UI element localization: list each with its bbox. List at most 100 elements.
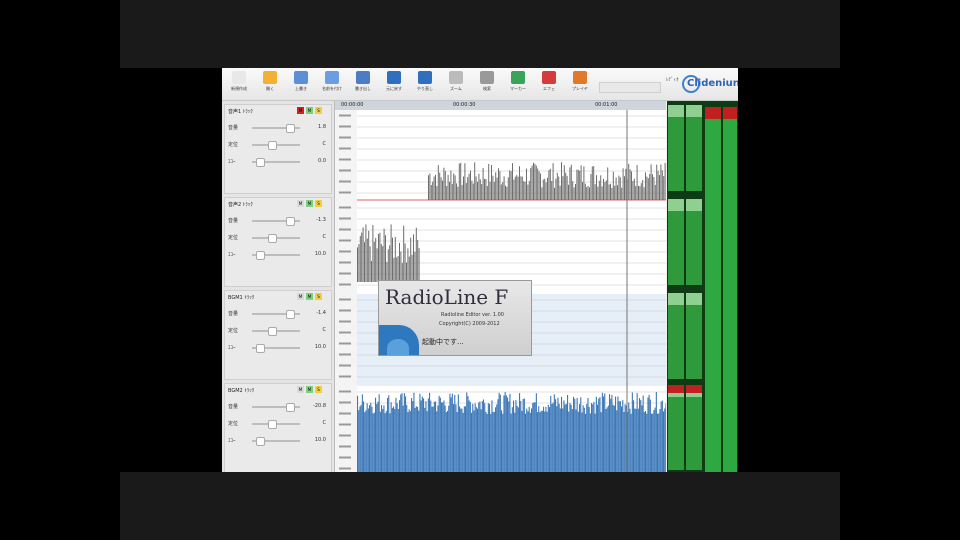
waveform-bar [394,236,396,282]
waveform-bar [615,177,617,200]
echo-slider-knob[interactable] [256,344,265,353]
waveform-bar [468,173,470,200]
waveform-bar [534,402,536,472]
monitor-button[interactable]: M [306,200,313,207]
volume-slider-knob[interactable] [286,403,295,412]
scale-tick [339,239,351,242]
solo-button[interactable]: S [315,386,322,393]
pan-slider-knob[interactable] [268,141,277,150]
volume-slider-knob[interactable] [286,310,295,319]
pan-slider-knob[interactable] [268,234,277,243]
echo-value: 10.0 [314,344,326,350]
waveform-bar [558,176,560,200]
scale-tick [339,206,351,209]
toolbar-button-label: 開く [266,86,274,91]
waveform-bar [617,396,619,472]
undo-button[interactable]: 元に戻す [379,70,409,98]
waveform-bar [647,397,649,472]
echo-label: ｴｺｰ [228,159,236,165]
mute-button[interactable]: M [297,200,304,207]
meter-peak [686,105,702,117]
save-as-button[interactable]: 名前を付け [317,70,347,98]
volume-label: 音量 [228,218,239,224]
mute-button[interactable]: M [297,293,304,300]
waveform-bar [443,167,445,200]
pan-slider-knob[interactable] [268,420,277,429]
waveform-bar [580,165,582,200]
echo-slider-knob[interactable] [256,158,265,167]
waveform-bar [423,398,425,472]
volume-row: 音量 1.8 [228,123,328,133]
waveform-bar [457,186,459,200]
waveform-bar [516,405,518,472]
pan-slider-knob[interactable] [268,327,277,336]
play-button[interactable]: プレイヤ [565,70,595,98]
waveform-bar [589,413,591,472]
waveform-bar [414,407,416,472]
waveform-bar [519,393,521,472]
waveform-bar [406,404,408,472]
solo-button[interactable]: S [315,200,322,207]
waveform-bar [502,413,504,472]
echo-slider-knob[interactable] [256,437,265,446]
waveform-bar [447,410,449,472]
waveform-bar [589,187,590,200]
echo-label: ｴｺｰ [228,252,236,258]
volume-slider-knob[interactable] [286,124,295,133]
marker-button[interactable]: マーカー [503,70,533,98]
waveform-bar [471,180,473,200]
waveform-bar [407,412,409,472]
export-button[interactable]: 書き出し [348,70,378,98]
solo-button[interactable]: S [315,293,322,300]
waveform-bar [641,405,643,472]
waveform-bar [624,176,625,200]
app-window: 新規作成 開く 上書き 名前を付け 書き出し 元に戻す やり直し ズーム 検索 マーカー エフェ プレ… [222,68,738,472]
waveform-bar [442,402,444,472]
waveform-bar [364,242,365,282]
waveform-bar [465,183,467,200]
search-button[interactable]: 検索 [472,70,502,98]
waveform-bar [493,412,495,472]
scale-tick [339,445,351,448]
waveform-bar [587,185,589,200]
effect-button[interactable]: エフェ [534,70,564,98]
lane-scale [335,202,357,294]
waveform-bar [385,411,387,472]
redo-button[interactable]: やり直し [410,70,440,98]
mute-button[interactable]: M [297,386,304,393]
bottom-letterbox [120,472,840,540]
meter-peak [686,199,702,211]
waveform-bar [404,243,406,282]
waveform-bar [370,402,372,472]
zoom-button[interactable]: ズーム [441,70,471,98]
echo-slider-knob[interactable] [256,251,265,260]
waveform-bar [646,176,648,200]
waveform-bar [604,182,606,200]
waveform-bar [366,403,368,472]
waveform-bar [622,400,624,472]
save-button[interactable]: 上書き [286,70,316,98]
ruler-label: 00:00:30 [453,102,476,108]
mute-button[interactable]: M [297,107,304,114]
waveform-bar [561,396,563,472]
waveform-bar [488,163,490,200]
waveform-bar [563,165,565,200]
waveform-bar [616,410,618,472]
waveform-bar [635,408,637,472]
volume-label: 音量 [228,404,239,410]
meter-clip [723,107,737,119]
toolbar-field[interactable] [599,82,661,93]
volume-slider-knob[interactable] [286,217,295,226]
new-button[interactable]: 新規作成 [224,70,254,98]
monitor-button[interactable]: M [306,293,313,300]
monitor-button[interactable]: M [306,386,313,393]
waveform-bar [409,411,411,472]
open-button[interactable]: 開く [255,70,285,98]
waveform-bar [496,404,498,472]
waveform-bar [663,411,665,472]
monitor-button[interactable]: M [306,107,313,114]
waveform-bar [571,409,573,472]
waveform-bar [535,393,537,472]
scale-tick [339,283,351,286]
solo-button[interactable]: S [315,107,322,114]
